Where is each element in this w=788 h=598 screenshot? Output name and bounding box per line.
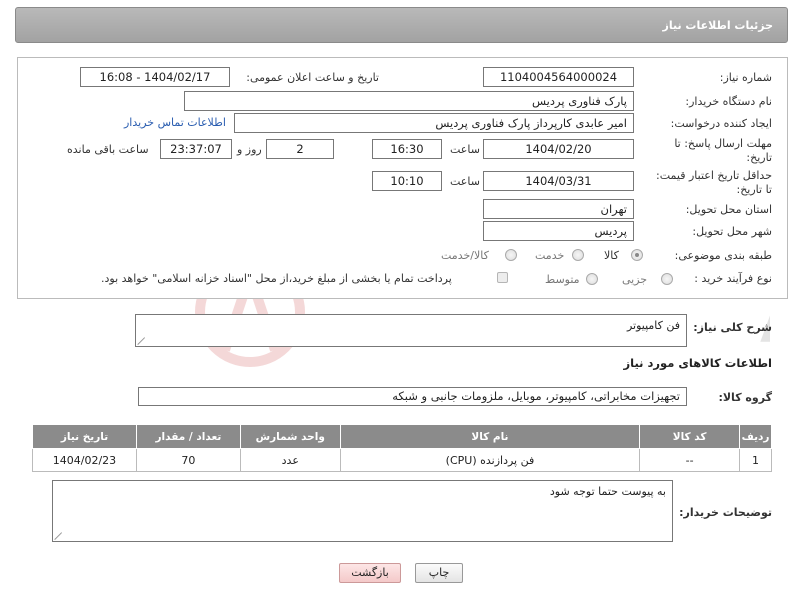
buyer-contact-link[interactable]: اطلاعات تماس خریدار bbox=[124, 116, 226, 129]
deadline-date-field: 1404/02/20 bbox=[483, 139, 634, 159]
goods-table: ردیف کد کالا نام کالا واحد شمارش تعداد /… bbox=[32, 424, 772, 472]
cell-unit: عدد bbox=[239, 448, 341, 472]
category-goods-label: کالا bbox=[604, 249, 619, 262]
goods-group-label: گروه کالا: bbox=[718, 391, 772, 404]
cell-need-date: 1404/02/23 bbox=[32, 448, 137, 472]
goods-section-title: اطلاعات کالاهای مورد نیاز bbox=[623, 356, 772, 370]
days-label: روز و bbox=[237, 143, 262, 156]
need-number-field: 1104004564000024 bbox=[483, 67, 634, 87]
validity-time-field: 10:10 bbox=[372, 171, 442, 191]
back-button[interactable]: بازگشت bbox=[339, 563, 401, 583]
resize-handle[interactable] bbox=[138, 337, 146, 345]
days-remaining-field: 2 bbox=[266, 139, 334, 159]
process-medium-radio[interactable] bbox=[586, 273, 598, 285]
deadline-time-field: 16:30 bbox=[372, 139, 442, 159]
city-label: شهر محل تحویل: bbox=[692, 225, 772, 238]
buyer-org-label: نام دستگاه خریدار: bbox=[685, 95, 772, 108]
creator-field: امیر عابدی کارپرداز پارک فناوری پردیس bbox=[234, 113, 634, 133]
page-header: جزئیات اطلاعات نیاز bbox=[15, 7, 788, 43]
description-label: شرح کلی نیاز: bbox=[693, 321, 772, 334]
col-header-code: کد کالا bbox=[639, 424, 741, 449]
buyer-notes-field: به پیوست حتما توجه شود bbox=[52, 480, 673, 542]
cell-row-number: 1 bbox=[739, 448, 772, 472]
process-minor-label: جزیی bbox=[622, 273, 648, 286]
buyer-notes-label: توضیحات خریدار: bbox=[679, 506, 772, 519]
page-title: جزئیات اطلاعات نیاز bbox=[662, 19, 774, 32]
validity-label: حداقل تاریخ اعتبار قیمت: bbox=[656, 169, 772, 182]
validity-time-label: ساعت bbox=[450, 175, 480, 188]
need-number-label: شماره نیاز: bbox=[719, 71, 772, 84]
col-header-unit: واحد شمارش bbox=[239, 424, 341, 449]
category-service-radio[interactable] bbox=[572, 249, 584, 261]
deadline-label: مهلت ارسال پاسخ: تا bbox=[674, 137, 772, 150]
table-header-row: ردیف کد کالا نام کالا واحد شمارش تعداد /… bbox=[32, 424, 772, 449]
treasury-payment-checkbox[interactable] bbox=[497, 272, 508, 283]
announce-date-label: تاریخ و ساعت اعلان عمومی: bbox=[246, 71, 379, 84]
validity-date-label: تا تاریخ: bbox=[736, 183, 772, 196]
remaining-time-label: ساعت باقی مانده bbox=[67, 143, 149, 156]
col-header-quantity: تعداد / مقدار bbox=[135, 424, 241, 449]
validity-date-field: 1404/03/31 bbox=[483, 171, 634, 191]
buyer-org-field: پارک فناوری پردیس bbox=[184, 91, 634, 111]
need-details-page: جزئیات اطلاعات نیاز AriaTender.net شماره… bbox=[0, 0, 788, 598]
category-goods-service-label: کالا/خدمت bbox=[441, 249, 489, 262]
col-header-need-date: تاریخ نیاز bbox=[32, 424, 137, 449]
table-row: 1 -- فن پردازنده (CPU) عدد 70 1404/02/23 bbox=[32, 448, 772, 472]
col-header-row-number: ردیف bbox=[739, 424, 772, 449]
description-text: فن کامپیوتر bbox=[626, 319, 680, 332]
remaining-time-field: 23:37:07 bbox=[160, 139, 232, 159]
category-label: طبقه بندی موضوعی: bbox=[674, 249, 772, 262]
process-minor-radio[interactable] bbox=[661, 273, 673, 285]
province-label: استان محل تحویل: bbox=[685, 203, 772, 216]
category-goods-radio[interactable] bbox=[631, 249, 643, 261]
city-field: پردیس bbox=[483, 221, 634, 241]
process-type-label: نوع فرآیند خرید : bbox=[694, 272, 772, 285]
print-button[interactable]: چاپ bbox=[415, 563, 463, 583]
category-goods-service-radio[interactable] bbox=[505, 249, 517, 261]
goods-group-field: تجهیزات مخابراتی، کامپیوتر، موبایل، ملزو… bbox=[138, 387, 687, 406]
cell-quantity: 70 bbox=[135, 448, 241, 472]
buyer-notes-text: به پیوست حتما توجه شود bbox=[549, 485, 666, 498]
category-service-label: خدمت bbox=[535, 249, 565, 262]
col-header-name: نام کالا bbox=[339, 424, 641, 449]
deadline-time-label: ساعت bbox=[450, 143, 480, 156]
cell-code: -- bbox=[639, 448, 741, 472]
resize-handle[interactable] bbox=[55, 532, 63, 540]
description-field: فن کامپیوتر bbox=[135, 314, 687, 347]
province-field: تهران bbox=[483, 199, 634, 219]
deadline-date-label: تاریخ: bbox=[746, 151, 772, 164]
announce-date-field: 1404/02/17 - 16:08 bbox=[80, 67, 230, 87]
cell-name: فن پردازنده (CPU) bbox=[339, 448, 641, 472]
treasury-payment-note: پرداخت تمام یا بخشی از مبلغ خرید،از محل … bbox=[101, 272, 452, 285]
creator-label: ایجاد کننده درخواست: bbox=[670, 117, 772, 130]
process-medium-label: متوسط bbox=[545, 273, 580, 286]
